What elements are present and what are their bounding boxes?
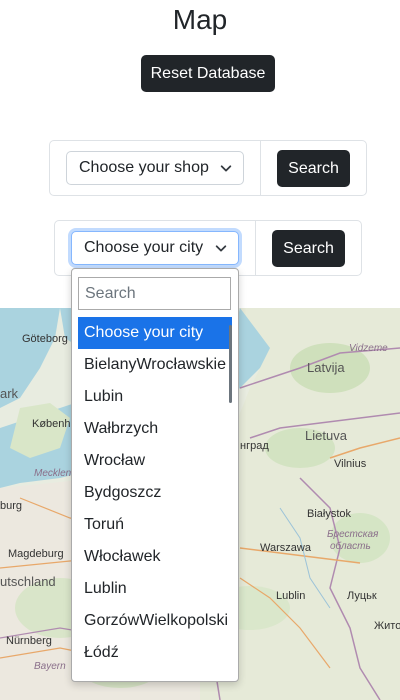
chevron-down-icon xyxy=(215,245,227,252)
city-option[interactable]: Lubin xyxy=(78,381,232,413)
map-label-bialystok: Białystok xyxy=(307,508,352,520)
map-label-utschland: utschland xyxy=(0,574,56,589)
city-option[interactable]: Łódź xyxy=(78,637,232,669)
map-label-bayern: Bayern xyxy=(34,661,66,672)
chevron-down-icon xyxy=(220,165,232,172)
page-title: Map xyxy=(172,4,228,35)
map-label-lutsk: Луцьк xyxy=(347,590,377,602)
form-divider xyxy=(260,141,261,195)
map-label-goteborg: Göteborg xyxy=(22,333,68,345)
city-option[interactable]: Wrocław xyxy=(78,445,232,477)
city-dropdown-menu: Choose your cityBielanyWrocławskieLubinW… xyxy=(71,268,239,682)
shop-select[interactable]: Choose your shop xyxy=(66,151,244,185)
dropdown-scrollbar[interactable] xyxy=(229,325,232,403)
map-label-burg: burg xyxy=(0,500,23,512)
city-dropdown-search-input[interactable] xyxy=(78,277,231,310)
map-label-vidzeme: Vidzeme xyxy=(349,343,388,354)
map-label-zhyto: Жито xyxy=(374,620,400,632)
map-label-oblast: область xyxy=(330,541,371,552)
map-label-grad: нград xyxy=(240,440,269,452)
city-option[interactable]: Wałbrzych xyxy=(78,413,232,445)
city-option[interactable]: GorzówWielkopolski xyxy=(78,605,232,637)
city-option[interactable]: Bydgoszcz xyxy=(78,477,232,509)
map-label-vilnius: Vilnius xyxy=(334,458,367,470)
map-label-warszawa: Warszawa xyxy=(260,542,311,554)
map-label-brest: Брестская xyxy=(327,529,379,540)
map-label-mecklen: Mecklen xyxy=(34,468,72,479)
city-select[interactable]: Choose your city xyxy=(71,231,239,265)
city-option[interactable]: Choose your city xyxy=(78,317,232,349)
city-option[interactable]: Włocławek xyxy=(78,541,232,573)
city-option[interactable]: Lublin xyxy=(78,573,232,605)
form-divider xyxy=(255,221,256,275)
map-label-latvija: Latvija xyxy=(307,360,345,375)
city-option[interactable]: BielanyWrocławskie xyxy=(78,349,232,381)
shop-select-value: Choose your shop xyxy=(79,159,209,176)
map-label-nurnberg: Nürnberg xyxy=(6,635,52,647)
map-label-lietuva: Lietuva xyxy=(305,428,347,443)
city-search-button[interactable]: Search xyxy=(272,230,345,267)
map-label-ark: ark xyxy=(0,386,19,401)
city-options-list: Choose your city BielanyWrocławskie Lubin W… xyxy=(78,317,232,669)
page: Map Reset Database Choose your shop Sear… xyxy=(0,0,400,700)
reset-database-button[interactable]: Reset Database xyxy=(141,55,275,92)
map-label-lublin: Lublin xyxy=(276,590,306,602)
city-select-value: Choose your city xyxy=(84,239,204,256)
city-option[interactable]: Toruń xyxy=(78,509,232,541)
shop-search-form: Choose your shop Search xyxy=(49,140,367,196)
shop-search-button[interactable]: Search xyxy=(277,150,350,187)
map-label-magdeburg: Magdeburg xyxy=(8,548,64,560)
